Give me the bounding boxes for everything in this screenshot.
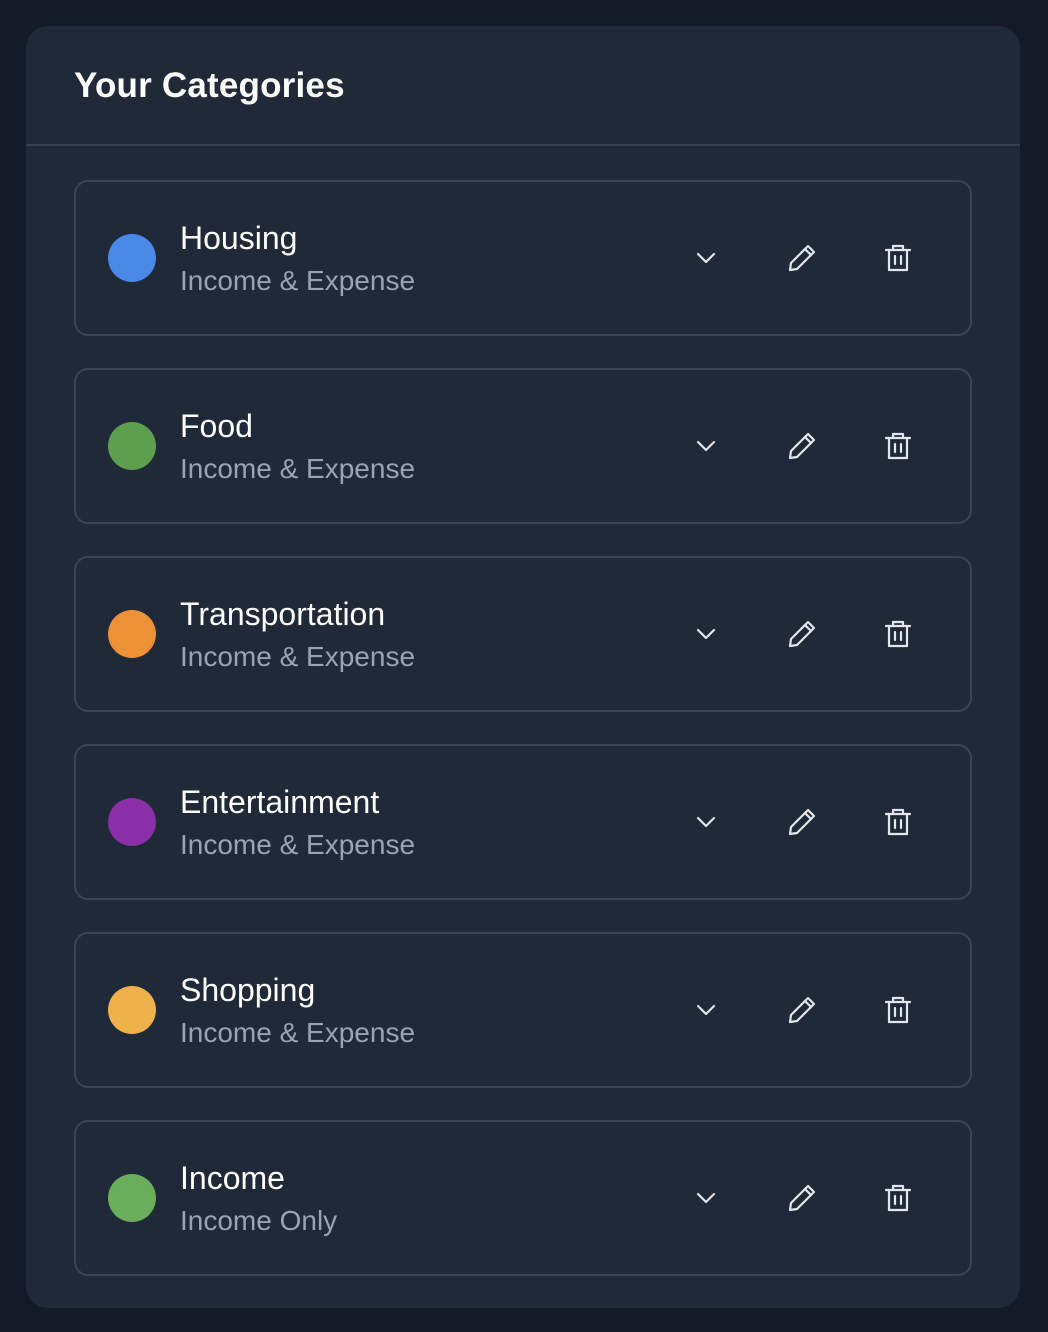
panel-header: Your Categories (26, 26, 1020, 146)
chevron-down-icon (694, 998, 718, 1022)
edit-button[interactable] (774, 794, 830, 850)
expand-button[interactable] (678, 230, 734, 286)
pencil-icon (786, 618, 818, 650)
expand-button[interactable] (678, 1170, 734, 1226)
pencil-icon (786, 1182, 818, 1214)
edit-button[interactable] (774, 418, 830, 474)
category-name: Transportation (180, 596, 386, 632)
delete-button[interactable] (870, 794, 926, 850)
edit-button[interactable] (774, 230, 830, 286)
delete-button[interactable] (870, 230, 926, 286)
chevron-down-icon (694, 810, 718, 834)
category-row-shopping[interactable]: Shopping Income & Expense (74, 932, 972, 1088)
category-name: Housing (180, 220, 298, 256)
category-color-dot (108, 234, 156, 282)
category-color-dot (108, 1174, 156, 1222)
category-name: Food (180, 408, 253, 444)
delete-button[interactable] (870, 982, 926, 1038)
categories-panel: Your Categories Housing Income & Expense (26, 26, 1020, 1308)
category-color-dot (108, 798, 156, 846)
delete-button[interactable] (870, 1170, 926, 1226)
category-type: Income & Expense (180, 641, 416, 672)
edit-button[interactable] (774, 982, 830, 1038)
category-type: Income & Expense (180, 1017, 416, 1048)
delete-button[interactable] (870, 418, 926, 474)
category-type: Income & Expense (180, 829, 416, 860)
category-color-dot (108, 610, 156, 658)
category-row-income[interactable]: Income Income Only (74, 1120, 972, 1276)
panel-title: Your Categories (74, 66, 345, 105)
category-row-housing[interactable]: Housing Income & Expense (74, 180, 972, 336)
trash-icon (883, 242, 913, 274)
category-name: Entertainment (180, 784, 380, 820)
chevron-down-icon (694, 622, 718, 646)
category-list: Housing Income & Expense Food Income & E… (74, 180, 972, 1308)
pencil-icon (786, 806, 818, 838)
category-type: Income & Expense (180, 453, 416, 484)
category-color-dot (108, 422, 156, 470)
category-name: Shopping (180, 972, 316, 1008)
edit-button[interactable] (774, 1170, 830, 1226)
chevron-down-icon (694, 246, 718, 270)
pencil-icon (786, 994, 818, 1026)
category-color-dot (108, 986, 156, 1034)
category-row-transportation[interactable]: Transportation Income & Expense (74, 556, 972, 712)
trash-icon (883, 994, 913, 1026)
trash-icon (883, 806, 913, 838)
chevron-down-icon (694, 434, 718, 458)
category-type: Income & Expense (180, 265, 416, 296)
trash-icon (883, 618, 913, 650)
trash-icon (883, 430, 913, 462)
category-name: Income (180, 1160, 285, 1196)
chevron-down-icon (694, 1186, 718, 1210)
expand-button[interactable] (678, 606, 734, 662)
delete-button[interactable] (870, 606, 926, 662)
edit-button[interactable] (774, 606, 830, 662)
pencil-icon (786, 430, 818, 462)
category-row-food[interactable]: Food Income & Expense (74, 368, 972, 524)
pencil-icon (786, 242, 818, 274)
trash-icon (883, 1182, 913, 1214)
expand-button[interactable] (678, 794, 734, 850)
expand-button[interactable] (678, 982, 734, 1038)
category-row-entertainment[interactable]: Entertainment Income & Expense (74, 744, 972, 900)
expand-button[interactable] (678, 418, 734, 474)
category-type: Income Only (180, 1205, 338, 1236)
